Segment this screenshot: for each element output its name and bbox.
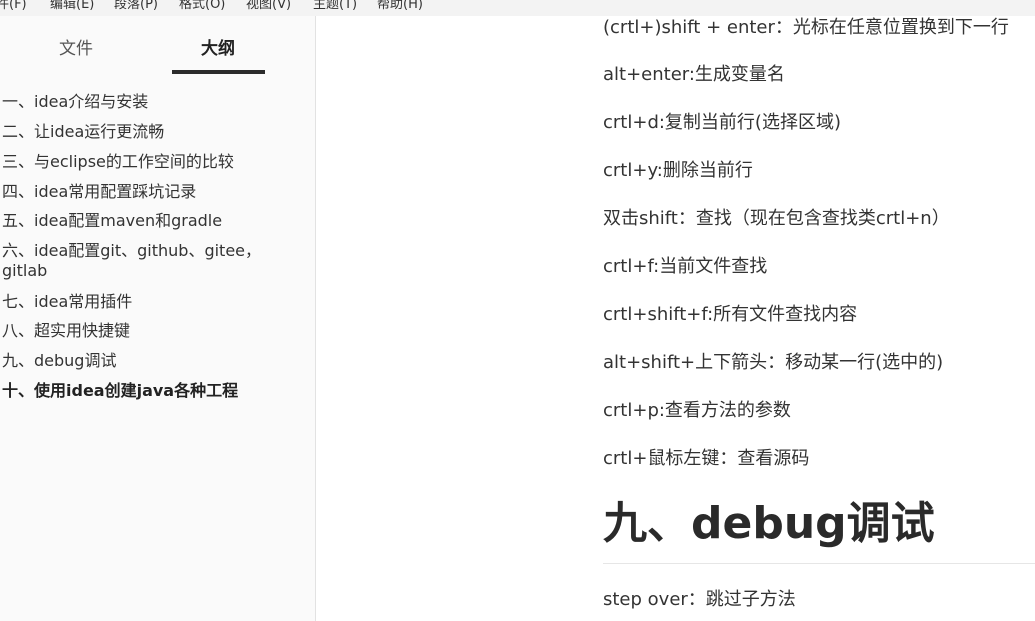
menu-edit[interactable]: 编辑(E) — [50, 0, 94, 13]
outline-item[interactable]: 一、idea介绍与安装 — [2, 92, 302, 112]
outline-item-active[interactable]: 十、使用idea创建java各种工程 — [2, 381, 302, 401]
heading-divider — [603, 563, 1035, 564]
menu-help[interactable]: 帮助(H) — [377, 0, 423, 13]
paragraph[interactable]: alt+shift+上下箭头：移动某一行(选中的) — [603, 351, 943, 375]
paragraph[interactable]: crtl+d:复制当前行(选择区域) — [603, 111, 841, 135]
paragraph[interactable]: crtl+p:查看方法的参数 — [603, 399, 791, 423]
menu-paragraph[interactable]: 段落(P) — [114, 0, 158, 13]
document-editor[interactable]: (crtl+)shift + enter：光标在任意位置换到下一行 alt+en… — [317, 16, 1035, 621]
menu-view[interactable]: 视图(V) — [246, 0, 291, 13]
outline-item[interactable]: 二、让idea运行更流畅 — [2, 122, 302, 142]
menu-format[interactable]: 格式(O) — [179, 0, 225, 13]
paragraph[interactable]: crtl+f:当前文件查找 — [603, 255, 767, 279]
paragraph[interactable]: crtl+shift+f:所有文件查找内容 — [603, 303, 857, 327]
outline-item[interactable]: 六、idea配置git、github、gitee，gitlab — [2, 241, 302, 281]
paragraph[interactable]: crtl+鼠标左键：查看源码 — [603, 447, 809, 471]
paragraph[interactable]: (crtl+)shift + enter：光标在任意位置换到下一行 — [603, 16, 1009, 40]
paragraph[interactable]: alt+enter:生成变量名 — [603, 63, 785, 87]
section-heading[interactable]: 九、debug调试 — [603, 498, 935, 550]
sidebar: 文件 大纲 一、idea介绍与安装 二、让idea运行更流畅 三、与eclips… — [0, 16, 316, 621]
menu-file[interactable]: 件(F) — [0, 0, 27, 13]
paragraph[interactable]: crtl+y:删除当前行 — [603, 159, 753, 183]
menu-theme[interactable]: 主题(T) — [313, 0, 357, 13]
outline-item[interactable]: 三、与eclipse的工作空间的比较 — [2, 152, 302, 172]
paragraph[interactable]: step over：跳过子方法 — [603, 588, 796, 612]
outline-item[interactable]: 五、idea配置maven和gradle — [2, 211, 302, 231]
active-tab-indicator — [172, 70, 265, 74]
paragraph[interactable]: 双击shift：查找（现在包含查找类crtl+n） — [603, 207, 950, 231]
tab-outline[interactable]: 大纲 — [172, 37, 264, 61]
tab-files[interactable]: 文件 — [26, 37, 126, 61]
outline-item[interactable]: 九、debug调试 — [2, 351, 302, 371]
outline-item[interactable]: 八、超实用快捷键 — [2, 321, 302, 341]
outline-item[interactable]: 七、idea常用插件 — [2, 292, 302, 312]
menu-bar: 件(F) 编辑(E) 段落(P) 格式(O) 视图(V) 主题(T) 帮助(H) — [0, 0, 1035, 16]
outline-item[interactable]: 四、idea常用配置踩坑记录 — [2, 182, 302, 202]
